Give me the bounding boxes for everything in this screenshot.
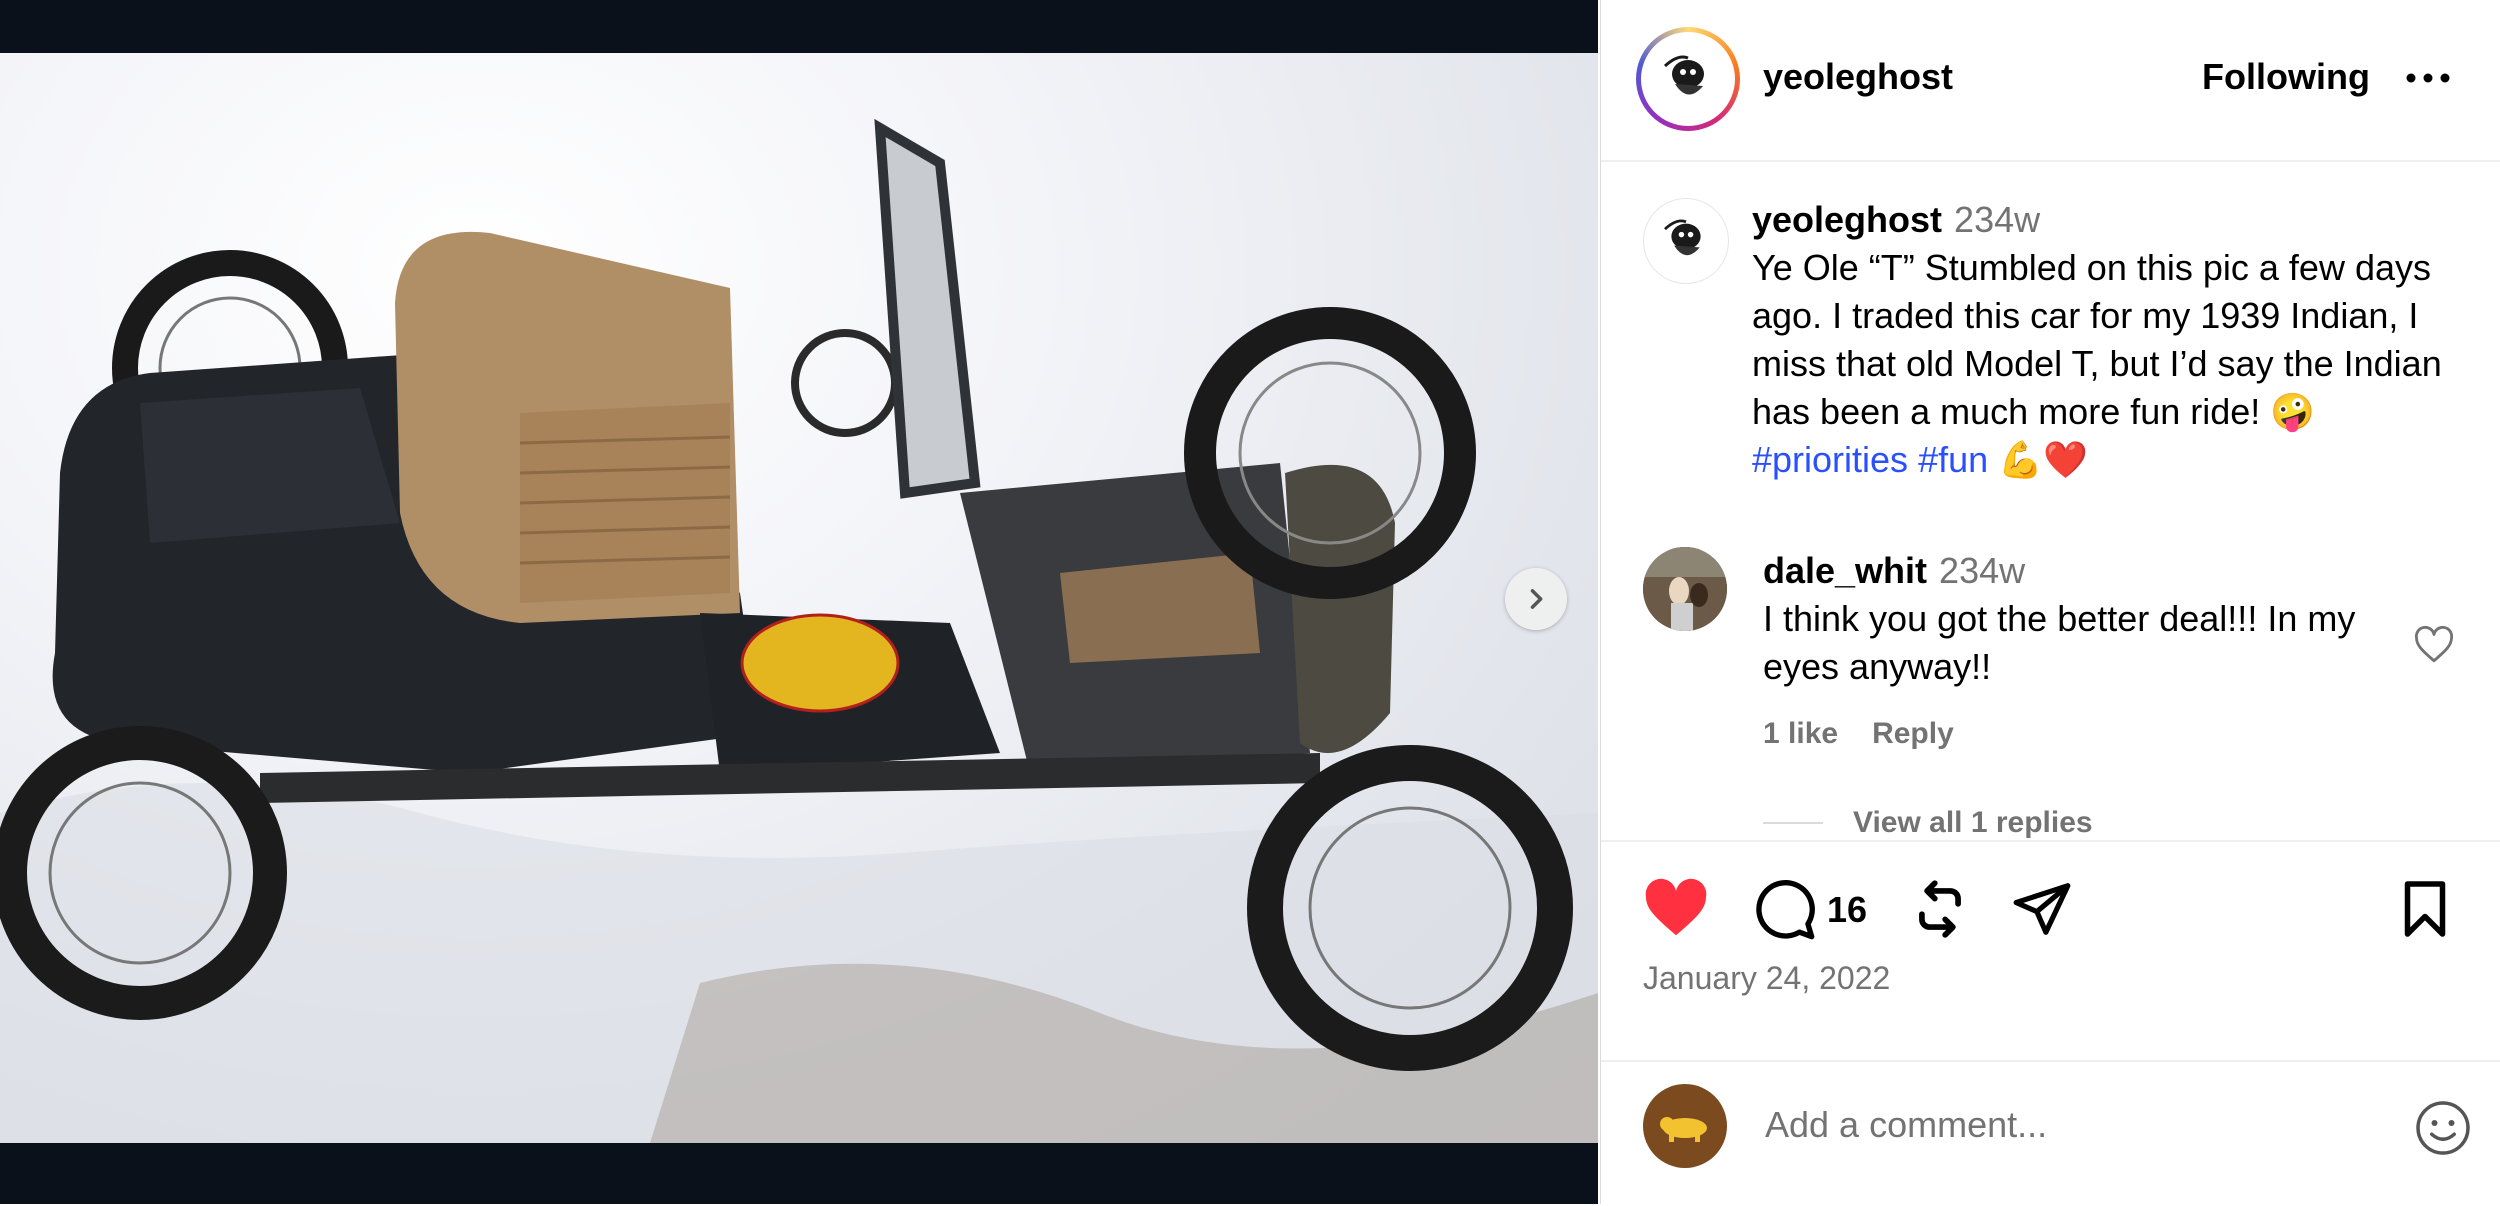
share-button[interactable] [2011,878,2073,940]
comment-like-button[interactable] [2413,625,2455,665]
more-options-button[interactable] [2401,58,2455,98]
comment-time: 234w [1939,550,2026,591]
bookmark-icon [2404,881,2446,937]
caption-text: Ye Ole “T” Stumbled on this pic a few da… [1752,247,2442,432]
emoji-button[interactable] [2413,1098,2473,1158]
add-comment-bar [1601,1060,2500,1206]
comment-username[interactable]: dale_whit [1763,550,1927,591]
more-horizontal-icon [2406,73,2450,83]
comment-item: dale_whit 234w I think you got the better… [1643,547,2463,750]
hashtag-fun[interactable]: #fun [1918,439,1988,480]
post-photo [0,53,1598,1143]
ghost-logo-icon [1664,219,1701,256]
comment-count: 16 [1827,889,1868,930]
chevron-right-icon [1530,589,1543,609]
post-side-panel: yeoleghost Following yeoleghost 234w Ye O… [1600,0,2500,1204]
author-avatar-story-ring[interactable] [1636,27,1740,131]
repost-button[interactable] [1909,878,1971,940]
post-header: yeoleghost Following [1601,0,2500,162]
post-date[interactable]: January 24, 2022 [1643,960,1890,997]
comment-button[interactable]: 16 [1753,878,1867,942]
caption-time: 234w [1954,199,2041,240]
author-avatar [1646,37,1730,121]
comment-meta: 1 like Reply [1763,717,1988,751]
post-actions: 16 [1601,860,2500,950]
model-t-car-image [0,118,1598,1143]
smiley-icon [2416,1101,2470,1155]
heart-outline-icon [2414,625,2454,663]
paper-plane-icon [2013,883,2071,935]
current-user-avatar[interactable] [1643,1084,1727,1168]
caption-emoji: 💪❤️ [1988,439,2088,480]
caption-username[interactable]: yeoleghost [1752,199,1942,240]
view-replies-button[interactable]: View all 1 replies [1853,806,2093,840]
repost-icon [1919,880,1961,938]
comment-likes[interactable]: 1 like [1763,717,1838,750]
author-username[interactable]: yeoleghost [1763,56,1953,98]
heart-filled-icon [1645,878,1707,936]
comment-reply-button[interactable]: Reply [1872,717,1954,750]
animal-avatar-icon [1660,1117,1707,1142]
ghost-logo-icon [1663,55,1704,95]
commenter-avatar[interactable] [1643,547,1727,631]
caption-author-avatar[interactable] [1643,198,1729,284]
comments-scroll-area[interactable]: yeoleghost 234w Ye Ole “T” Stumbled on th… [1601,162,2500,842]
comment-text: I think you got the better deal!!! In my… [1763,598,2356,687]
following-button[interactable]: Following [2202,56,2370,98]
post-media [0,0,1598,1204]
like-button[interactable] [1643,878,1709,938]
comment-input[interactable] [1763,1096,2347,1154]
post-caption: yeoleghost 234w Ye Ole “T” Stumbled on th… [1752,196,2452,484]
comment-body: dale_whit 234w I think you got the better… [1763,547,2363,691]
view-replies-divider [1763,822,1823,824]
comment-icon [1756,880,1815,940]
next-image-button[interactable] [1505,568,1567,630]
save-button[interactable] [2395,878,2455,940]
hashtag-priorities[interactable]: #priorities [1752,439,1908,480]
